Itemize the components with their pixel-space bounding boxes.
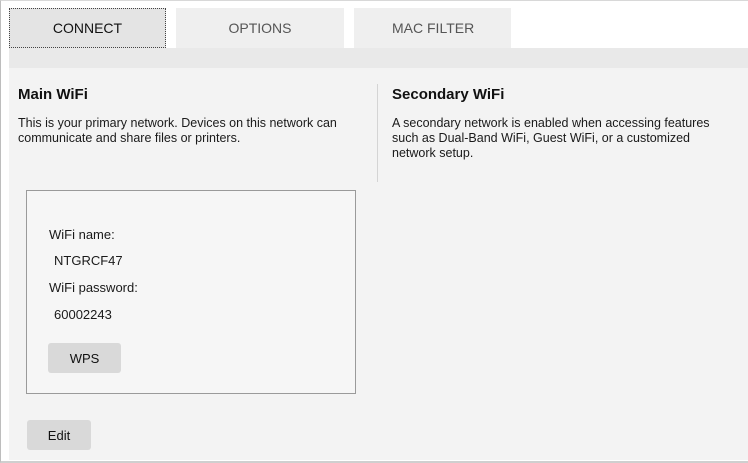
wps-button[interactable]: WPS [48, 343, 121, 373]
tab-mac-filter[interactable]: MAC FILTER [354, 8, 511, 48]
wifi-name-value: NTGRCF47 [54, 253, 123, 268]
app-frame: CONNECT OPTIONS MAC FILTER Main WiFi Thi… [0, 0, 748, 463]
tab-content-header-band [9, 48, 748, 68]
wifi-name-label: WiFi name: [49, 227, 115, 242]
edit-button[interactable]: Edit [27, 420, 91, 450]
secondary-wifi-title: Secondary WiFi [392, 86, 505, 103]
tab-connect[interactable]: CONNECT [9, 8, 166, 48]
main-wifi-title: Main WiFi [18, 86, 88, 103]
tab-options[interactable]: OPTIONS [176, 8, 344, 48]
main-wifi-description: This is your primary network. Devices on… [18, 116, 337, 145]
main-wifi-credentials-box: WiFi name: NTGRCF47 WiFi password: 60002… [26, 190, 356, 394]
wifi-password-label: WiFi password: [49, 280, 138, 295]
connect-panel: Main WiFi This is your primary network. … [9, 68, 748, 460]
column-divider [377, 84, 378, 182]
wifi-password-value: 60002243 [54, 307, 112, 322]
tab-bar: CONNECT OPTIONS MAC FILTER [9, 8, 521, 48]
secondary-wifi-description: A secondary network is enabled when acce… [392, 116, 710, 160]
